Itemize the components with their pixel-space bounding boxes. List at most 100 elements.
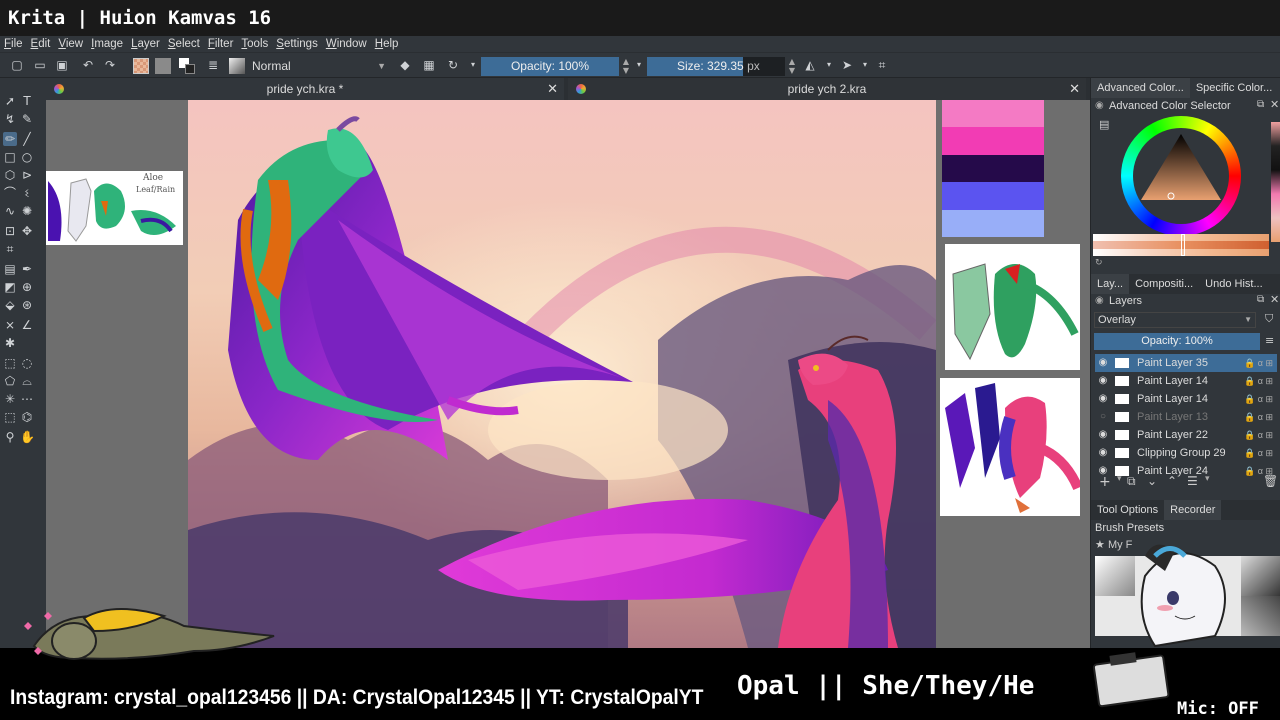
rectangle-tool-icon[interactable]: □ xyxy=(3,150,17,164)
menu-edit[interactable]: Edit xyxy=(31,37,51,51)
background-color-swatch[interactable] xyxy=(185,64,195,74)
opacity-slider[interactable]: Opacity: 100% xyxy=(481,57,619,76)
eye-icon[interactable]: ◉ xyxy=(1097,426,1109,444)
mirror-vertical-icon[interactable]: ➤ xyxy=(840,58,854,72)
layer-flags-icon[interactable]: 🔒 α ⊞ xyxy=(1244,408,1273,426)
color-select-icon[interactable]: ⋯ xyxy=(20,392,34,406)
bezier-select-icon[interactable]: ⬚ xyxy=(3,410,17,424)
chevron-down-icon[interactable]: ▾ xyxy=(632,58,646,72)
eye-icon[interactable]: ◉ xyxy=(1097,444,1109,462)
measure-tool-icon[interactable]: ∠ xyxy=(20,318,34,332)
close-icon[interactable]: ✕ xyxy=(547,78,558,100)
zoom-tool-icon[interactable]: ⚲ xyxy=(3,430,17,444)
chevron-down-icon[interactable]: ▾ xyxy=(1205,474,1210,484)
rect-select-icon[interactable]: ⬚ xyxy=(3,356,17,370)
layer-row[interactable]: ◉ Paint Layer 22 🔒 α ⊞ xyxy=(1095,426,1277,444)
refresh-icon[interactable]: ↻ xyxy=(1095,258,1103,268)
outline-select-icon[interactable]: ⌓ xyxy=(20,374,34,388)
pattern-swatch[interactable] xyxy=(133,58,149,74)
tab-undo-history[interactable]: Undo Hist... xyxy=(1199,274,1268,294)
docker-lock-icon[interactable]: ◉ xyxy=(1095,100,1104,111)
settings-icon[interactable]: ▤ xyxy=(1099,118,1109,131)
reference-images-icon[interactable]: ✱ xyxy=(3,336,17,350)
tab-pride-ych[interactable]: pride ych.kra * ✕ xyxy=(46,78,564,100)
freehand-path-icon[interactable]: ଽ xyxy=(20,186,34,200)
add-layer-icon[interactable]: + xyxy=(1099,474,1111,490)
menu-image[interactable]: Image xyxy=(91,37,123,51)
line-tool-icon[interactable]: ╱ xyxy=(20,132,34,146)
polyline-tool-icon[interactable]: ⊳ xyxy=(20,168,34,182)
polygon-tool-icon[interactable]: ⬡ xyxy=(3,168,17,182)
menu-window[interactable]: Window xyxy=(326,37,367,51)
wrap-around-icon[interactable]: ⌗ xyxy=(875,58,889,72)
layer-flags-icon[interactable]: 🔒 α ⊞ xyxy=(1244,426,1273,444)
float-docker-icon[interactable]: ⧉ xyxy=(1257,294,1264,305)
tab-advanced-color[interactable]: Advanced Color... xyxy=(1091,78,1190,98)
eye-icon[interactable]: ◉ xyxy=(1097,372,1109,390)
menu-icon[interactable]: ≡ xyxy=(1265,334,1274,347)
brush-settings-icon[interactable]: ≣ xyxy=(206,58,220,72)
move-tool-icon[interactable]: ✥ xyxy=(20,224,34,238)
move-up-icon[interactable]: ⌃ xyxy=(1167,474,1177,488)
calligraphy-icon[interactable]: ✎ xyxy=(20,112,34,126)
layer-row[interactable]: ○ Paint Layer 13 🔒 α ⊞ xyxy=(1095,408,1277,426)
shade-strip[interactable] xyxy=(1093,234,1269,256)
redo-icon[interactable]: ↷ xyxy=(103,58,117,72)
size-spinner[interactable]: ▲ ▼ xyxy=(786,57,798,76)
multibrush-icon[interactable]: ✺ xyxy=(20,204,34,218)
float-docker-icon[interactable]: ⧉ xyxy=(1257,99,1264,110)
tab-tool-options[interactable]: Tool Options xyxy=(1091,500,1164,520)
fill-tool-icon[interactable]: ⬙ xyxy=(3,298,17,312)
gradient-swatch[interactable] xyxy=(155,58,171,74)
menu-tools[interactable]: Tools xyxy=(241,37,268,51)
brush-preset-swatch[interactable] xyxy=(229,58,245,74)
painting-canvas[interactable] xyxy=(188,100,936,648)
color-picker-icon[interactable]: ✒ xyxy=(20,262,34,276)
layer-flags-icon[interactable]: 🔒 α ⊞ xyxy=(1244,372,1273,390)
tab-layers[interactable]: Lay... xyxy=(1091,274,1130,294)
magic-wand-icon[interactable]: ✳ xyxy=(3,392,17,406)
mirror-horizontal-icon[interactable]: ◭ xyxy=(803,58,817,72)
menu-file[interactable]: File xyxy=(4,37,23,51)
layer-flags-icon[interactable]: 🔒 α ⊞ xyxy=(1244,354,1273,372)
layer-opacity-slider[interactable]: Opacity: 100% xyxy=(1094,333,1260,350)
save-icon[interactable]: ▣ xyxy=(55,58,69,72)
brush-preset-grid[interactable] xyxy=(1095,544,1280,648)
eye-hidden-icon[interactable]: ○ xyxy=(1097,408,1109,426)
select-shapes-icon[interactable]: ➚ xyxy=(3,94,17,108)
dynamic-brush-icon[interactable]: ∿ xyxy=(3,204,17,218)
enclose-fill-icon[interactable]: ⊛ xyxy=(20,298,34,312)
layer-flags-icon[interactable]: 🔒 α ⊞ xyxy=(1244,390,1273,408)
text-tool-icon[interactable]: T xyxy=(20,94,34,108)
chevron-down-icon[interactable]: ▾ xyxy=(822,58,836,72)
assistant-tool-icon[interactable]: ⨯ xyxy=(3,318,17,332)
layer-flags-icon[interactable]: 🔒 α ⊞ xyxy=(1244,444,1273,462)
layer-row[interactable]: ◉ Paint Layer 14 🔒 α ⊞ xyxy=(1095,372,1277,390)
eraser-icon[interactable]: ◆ xyxy=(398,58,412,72)
bezier-tool-icon[interactable]: ⌒ xyxy=(3,186,17,200)
polygon-select-icon[interactable]: ⬠ xyxy=(3,374,17,388)
chevron-down-icon[interactable]: ▾ xyxy=(1117,474,1122,484)
close-icon[interactable]: ✕ xyxy=(1270,293,1279,306)
opacity-spinner[interactable]: ▲ ▼ xyxy=(620,57,632,76)
reload-preset-icon[interactable]: ↻ xyxy=(446,58,460,72)
magnetic-select-icon[interactable]: ⌬ xyxy=(20,410,34,424)
ellipse-tool-icon[interactable]: ○ xyxy=(20,150,34,164)
menu-layer[interactable]: Layer xyxy=(131,37,160,51)
edit-shapes-icon[interactable]: ↯ xyxy=(3,112,17,126)
preserve-alpha-icon[interactable]: ▦ xyxy=(422,58,436,72)
pan-tool-icon[interactable]: ✋ xyxy=(20,430,35,444)
ellipse-select-icon[interactable]: ◌ xyxy=(20,356,34,370)
tab-specific-color[interactable]: Specific Color... xyxy=(1190,78,1278,98)
layer-blend-dropdown[interactable]: Overlay ▼ xyxy=(1094,312,1256,328)
smart-patch-icon[interactable]: ⊕ xyxy=(20,280,34,294)
properties-icon[interactable]: ☰ xyxy=(1187,474,1198,488)
reference-image-aloe[interactable]: Aloe Leaf/Rain xyxy=(46,171,183,245)
menu-view[interactable]: View xyxy=(58,37,83,51)
new-document-icon[interactable]: ▢ xyxy=(10,58,24,72)
recent-colors-strip[interactable] xyxy=(1271,122,1280,242)
hue-ring[interactable] xyxy=(1121,116,1241,236)
freehand-brush-icon[interactable]: ✏ xyxy=(3,132,17,146)
undo-icon[interactable]: ↶ xyxy=(81,58,95,72)
trash-icon[interactable]: 🗑 xyxy=(1263,474,1278,488)
